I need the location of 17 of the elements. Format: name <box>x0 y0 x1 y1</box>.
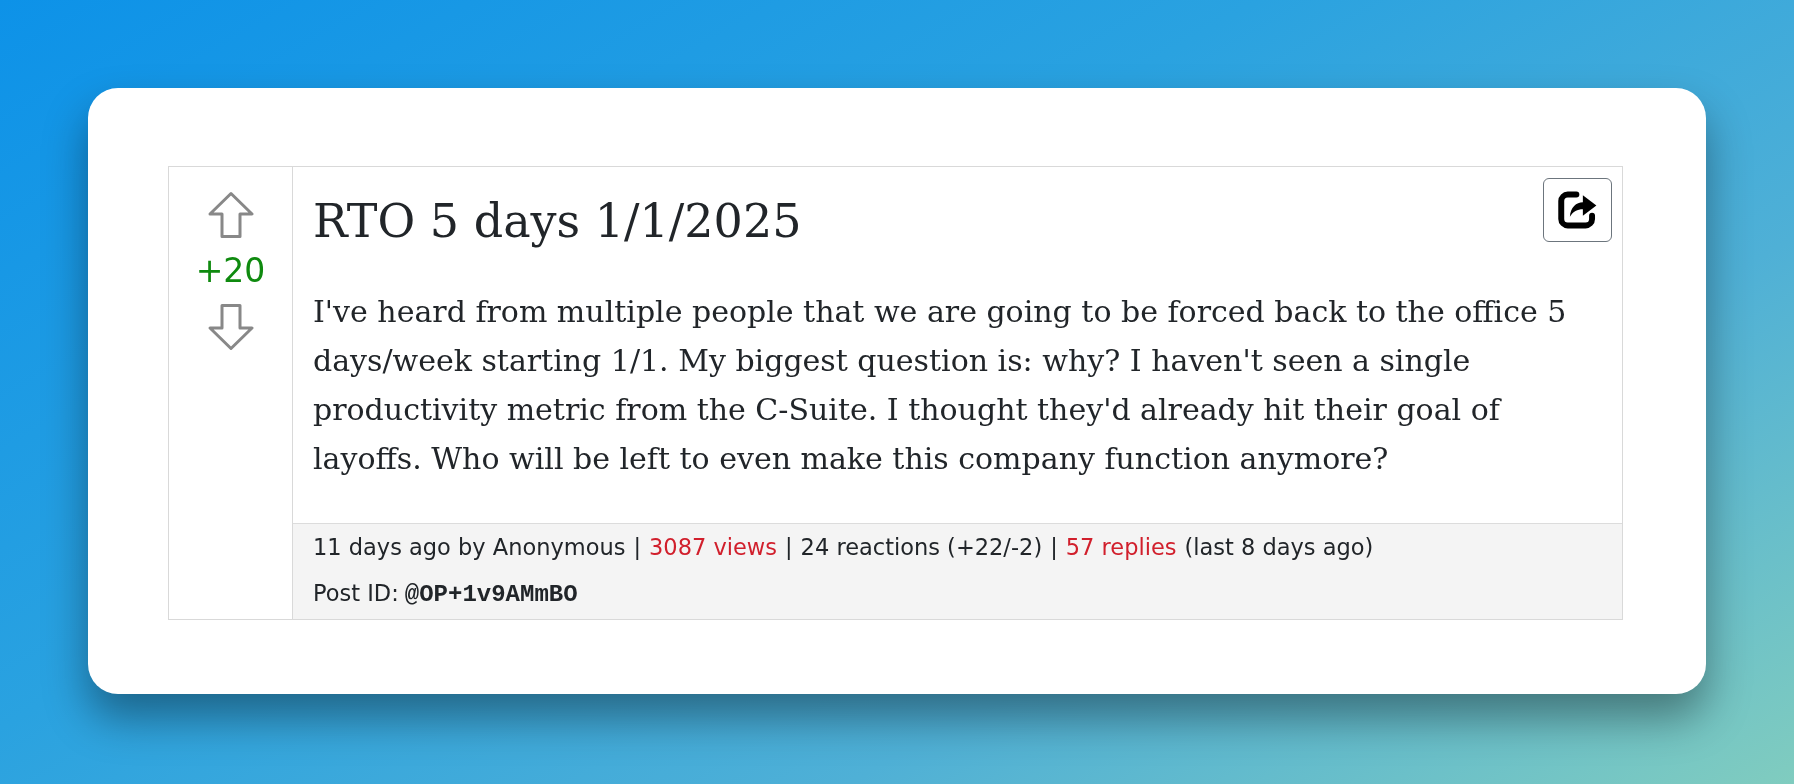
arrow-up-icon[interactable] <box>207 191 254 239</box>
last-reply-time: (last 8 days ago) <box>1184 533 1374 562</box>
views-link[interactable]: 3087 views <box>649 524 777 570</box>
post-body: I've heard from multiple people that we are going to be forced back to the office 5 days/week starting 1/1. My biggest question is: why? I haven't seen a single productivity metric from the C-Suite. I thought they'd already hit their goal of layoffs. Who will be left to even make this company function anymore? <box>312 293 1568 478</box>
vote-score: +20 <box>195 250 266 292</box>
replies-link[interactable]: 57 replies <box>1065 524 1177 570</box>
post-title: RTO 5 days 1/1/2025 <box>313 194 802 249</box>
share-icon <box>1557 190 1598 230</box>
separator-text: | <box>1050 533 1058 562</box>
post-id-label: Post ID: <box>313 579 399 608</box>
separator-text: | <box>785 533 793 562</box>
share-button[interactable] <box>1543 178 1612 242</box>
reactions-count: 24 reactions (+22/-2) <box>800 533 1043 562</box>
post-age-author: 11 days ago by Anonymous <box>313 533 626 562</box>
post-id-value: @OP+1v9AMmBO <box>404 580 578 610</box>
arrow-down-icon[interactable] <box>207 303 254 351</box>
separator-text: | <box>633 533 642 562</box>
